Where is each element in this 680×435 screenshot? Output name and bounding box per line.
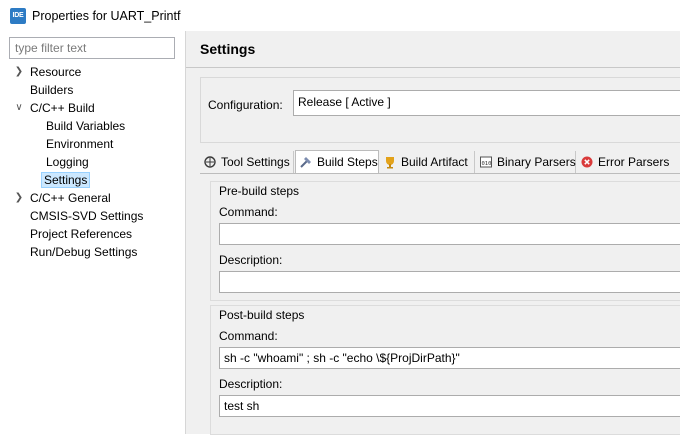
- tab-label: Tool Settings: [221, 155, 290, 169]
- tab-build-steps[interactable]: Build Steps: [295, 150, 379, 173]
- tree-item-label: Build Variables: [46, 119, 126, 133]
- window-title: Properties for UART_Printf: [32, 8, 181, 23]
- tree-item-label: Environment: [46, 137, 114, 151]
- ide-app-icon: IDE: [10, 7, 26, 24]
- settings-panel: Settings Configuration: Release [ Active…: [186, 31, 680, 435]
- svg-text:010: 010: [482, 161, 492, 167]
- configuration-select[interactable]: Release [ Active ]: [293, 90, 680, 116]
- tree-item-label: Resource: [30, 65, 82, 79]
- tree-item-run-debug-settings[interactable]: Run/Debug Settings: [30, 243, 137, 261]
- tab-label: Build Steps: [317, 155, 378, 169]
- postbuild-group: Post-build steps Command: sh -c "whoami"…: [210, 305, 680, 435]
- prebuild-description-field[interactable]: [219, 271, 680, 293]
- filter-input[interactable]: [9, 37, 175, 59]
- settings-header: Settings: [186, 31, 680, 67]
- settings-tabs: Tool Settings Build Steps Build Artifact…: [200, 150, 680, 173]
- tab-build-artifact[interactable]: Build Artifact: [380, 151, 475, 173]
- binary-parsers-icon: 010: [479, 155, 493, 169]
- prebuild-group: Pre-build steps Command: Description:: [210, 181, 680, 301]
- build-artifact-icon: [383, 155, 397, 169]
- tree-item-label: Project References: [30, 227, 133, 241]
- tree-item-settings[interactable]: Settings: [41, 171, 91, 189]
- build-steps-icon: [299, 155, 313, 169]
- tree-item-cmsis-svd-settings[interactable]: CMSIS-SVD Settings: [30, 207, 143, 225]
- header-divider: [186, 67, 680, 68]
- chevron-down-icon[interactable]: ∨: [14, 99, 24, 117]
- tree-item-logging[interactable]: Logging: [46, 153, 89, 171]
- tab-label: Binary Parsers: [497, 155, 576, 169]
- prebuild-description-label: Description:: [219, 253, 283, 267]
- page-title: Settings: [200, 41, 256, 57]
- postbuild-command-label: Command:: [219, 329, 278, 343]
- chevron-right-icon[interactable]: ❯: [14, 63, 24, 81]
- postbuild-title: Post-build steps: [219, 308, 305, 322]
- error-parsers-icon: [580, 155, 594, 169]
- tree-item-builders[interactable]: Builders: [30, 81, 73, 99]
- postbuild-description-label: Description:: [219, 377, 283, 391]
- postbuild-description-field[interactable]: test sh: [219, 395, 680, 417]
- tree-item-label: Run/Debug Settings: [30, 245, 138, 259]
- build-steps-content: Pre-build steps Command: Description: Po…: [200, 174, 680, 435]
- tree-item-label: Builders: [30, 83, 74, 97]
- prebuild-title: Pre-build steps: [219, 184, 300, 198]
- tree-item-label: C/C++ General: [30, 191, 111, 205]
- tab-tool-settings[interactable]: Tool Settings: [200, 151, 294, 173]
- prebuild-command-label: Command:: [219, 205, 278, 219]
- tab-label: Build Artifact: [401, 155, 468, 169]
- configuration-label: Configuration:: [208, 98, 283, 112]
- tab-error-parsers[interactable]: Error Parsers: [577, 151, 677, 173]
- tree-item-project-references[interactable]: Project References: [30, 225, 132, 243]
- tree-item-label: C/C++ Build: [30, 101, 95, 115]
- postbuild-command-field[interactable]: sh -c "whoami" ; sh -c "echo \${ProjDirP…: [219, 347, 680, 369]
- tree-item-environment[interactable]: Environment: [46, 135, 113, 153]
- prebuild-command-field[interactable]: [219, 223, 680, 245]
- tree-item-label: Settings: [41, 172, 91, 188]
- configuration-group: Configuration: Release [ Active ]: [200, 77, 680, 143]
- chevron-right-icon[interactable]: ❯: [14, 189, 24, 207]
- tree-item-build-variables[interactable]: Build Variables: [46, 117, 125, 135]
- left-nav-panel: ❯ Resource Builders ∨ C/C++ Build Build …: [0, 31, 186, 434]
- title-bar: IDE Properties for UART_Printf: [0, 0, 680, 31]
- tree-item-label: CMSIS-SVD Settings: [30, 209, 144, 223]
- tab-binary-parsers[interactable]: 010 Binary Parsers: [476, 151, 576, 173]
- tab-label: Error Parsers: [598, 155, 670, 169]
- tree-item-label: Logging: [46, 155, 89, 169]
- tool-settings-icon: [203, 155, 217, 169]
